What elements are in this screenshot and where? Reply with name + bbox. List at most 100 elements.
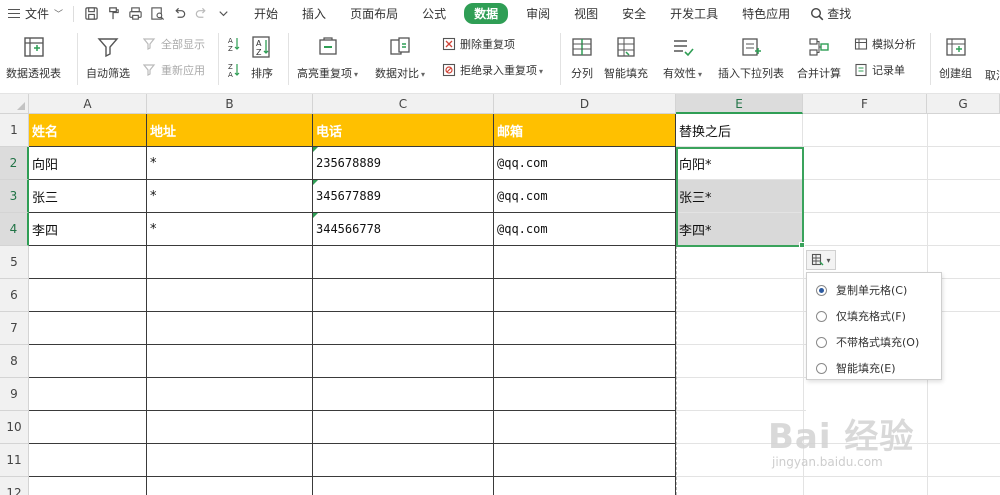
show-all-button[interactable]: 全部显示 (142, 35, 205, 53)
record-form-button[interactable]: 记录单 (853, 61, 905, 79)
column-header-d[interactable]: D (494, 94, 676, 114)
save-icon[interactable] (80, 0, 102, 27)
autofill-option-fill-formatting[interactable]: 仅填充格式(F) (807, 303, 941, 329)
table-cell[interactable]: 张三 (29, 180, 147, 213)
tab-home[interactable]: 开始 (242, 0, 290, 27)
search-button[interactable]: 查找 (802, 0, 859, 27)
table-cell[interactable]: * (147, 180, 313, 213)
row-header-3[interactable]: 3 (0, 180, 29, 213)
delete-duplicates-button[interactable]: 删除重复项 (441, 35, 515, 53)
reject-duplicates-button[interactable]: 拒绝录入重复项 (441, 61, 543, 79)
empty-cell[interactable] (29, 477, 147, 495)
tab-data[interactable]: 数据 (464, 0, 509, 27)
column-header-e[interactable]: E (676, 94, 803, 114)
empty-cell[interactable] (313, 444, 494, 477)
header-cell-name[interactable]: 姓名 (29, 114, 147, 147)
row-header-9[interactable]: 9 (0, 378, 29, 411)
sort-descending-button[interactable]: ZA (226, 61, 242, 79)
header-cell-replaced[interactable]: 替换之后 (676, 114, 803, 147)
file-menu[interactable]: 文件 ﹀ (0, 0, 69, 27)
empty-cell[interactable] (313, 345, 494, 378)
table-cell[interactable]: @qq.com (494, 180, 676, 213)
empty-cell[interactable] (29, 378, 147, 411)
header-cell-email[interactable]: 邮箱 (494, 114, 676, 147)
validity-button[interactable]: 有效性 (663, 33, 702, 81)
row-header-7[interactable]: 7 (0, 312, 29, 345)
tab-security[interactable]: 安全 (610, 0, 658, 27)
table-cell[interactable]: 向阳* (676, 147, 803, 180)
empty-cell[interactable] (494, 279, 676, 312)
empty-cell[interactable] (147, 378, 313, 411)
empty-cell[interactable] (313, 378, 494, 411)
empty-cell[interactable] (29, 444, 147, 477)
tab-insert[interactable]: 插入 (290, 0, 338, 27)
table-cell[interactable]: 235678889 (313, 147, 494, 180)
empty-cell[interactable] (29, 279, 147, 312)
empty-cell[interactable] (494, 378, 676, 411)
column-header-f[interactable]: F (803, 94, 927, 114)
tab-view[interactable]: 视图 (562, 0, 610, 27)
autofill-option-copy-cells[interactable]: 复制单元格(C) (807, 277, 941, 303)
sort-button[interactable]: AZ 排序 (250, 33, 274, 81)
fill-handle[interactable] (799, 242, 805, 248)
row-header-4[interactable]: 4 (0, 213, 29, 246)
empty-cell[interactable] (147, 246, 313, 279)
table-cell[interactable]: * (147, 147, 313, 180)
split-column-button[interactable]: 分列 (570, 33, 594, 81)
empty-cell[interactable] (147, 444, 313, 477)
tab-developer[interactable]: 开发工具 (658, 0, 730, 27)
empty-cell[interactable] (494, 477, 676, 495)
empty-cell[interactable] (313, 246, 494, 279)
radio-icon[interactable] (816, 336, 827, 348)
header-cell-address[interactable]: 地址 (147, 114, 313, 147)
create-group-button[interactable]: 创建组 (939, 33, 972, 81)
empty-cell[interactable] (494, 444, 676, 477)
tab-formulas[interactable]: 公式 (410, 0, 458, 27)
column-header-b[interactable]: B (147, 94, 313, 114)
tab-page-layout[interactable]: 页面布局 (338, 0, 410, 27)
empty-cell[interactable] (147, 345, 313, 378)
header-cell-phone[interactable]: 电话 (313, 114, 494, 147)
empty-cell[interactable] (313, 477, 494, 495)
undo-icon[interactable] (168, 0, 190, 27)
empty-cell[interactable] (29, 312, 147, 345)
empty-cell[interactable] (147, 411, 313, 444)
column-header-g[interactable]: G (927, 94, 1000, 114)
row-header-1[interactable]: 1 (0, 114, 29, 147)
empty-cell[interactable] (147, 477, 313, 495)
autofilter-button[interactable]: 自动筛选 (86, 33, 130, 81)
empty-cell[interactable] (494, 312, 676, 345)
table-cell[interactable]: 向阳 (29, 147, 147, 180)
empty-cell[interactable] (313, 312, 494, 345)
pivot-table-button[interactable]: 数据透视表 (6, 33, 61, 81)
radio-icon[interactable] (816, 362, 827, 374)
radio-icon[interactable] (816, 310, 827, 322)
empty-cell[interactable] (494, 411, 676, 444)
table-cell[interactable]: @qq.com (494, 213, 676, 246)
customize-toolbar-icon[interactable] (212, 0, 234, 27)
row-header-11[interactable]: 11 (0, 444, 29, 477)
row-header-2[interactable]: 2 (0, 147, 29, 180)
autofill-option-smart-fill[interactable]: 智能填充(E) (807, 355, 941, 381)
tab-review[interactable]: 审阅 (514, 0, 562, 27)
radio-selected-icon[interactable] (816, 284, 827, 296)
print-preview-icon[interactable] (146, 0, 168, 27)
data-compare-button[interactable]: 数据对比 (375, 33, 425, 81)
row-header-5[interactable]: 5 (0, 246, 29, 279)
table-cell[interactable]: @qq.com (494, 147, 676, 180)
highlight-duplicates-button[interactable]: 高亮重复项 (297, 33, 358, 81)
empty-cell[interactable] (147, 279, 313, 312)
empty-cell[interactable] (29, 411, 147, 444)
format-painter-icon[interactable] (102, 0, 124, 27)
row-header-6[interactable]: 6 (0, 279, 29, 312)
autofill-options-button[interactable]: ▾ (806, 250, 836, 270)
table-cell[interactable]: 李四* (676, 213, 803, 246)
empty-cell[interactable] (313, 279, 494, 312)
column-header-c[interactable]: C (313, 94, 494, 114)
table-cell[interactable]: 张三* (676, 180, 803, 213)
row-header-8[interactable]: 8 (0, 345, 29, 378)
row-header-12[interactable]: 12 (0, 477, 29, 495)
empty-cell[interactable] (494, 345, 676, 378)
what-if-analysis-button[interactable]: 模拟分析 (853, 35, 916, 53)
smart-fill-button[interactable]: 智能填充 (604, 33, 648, 81)
